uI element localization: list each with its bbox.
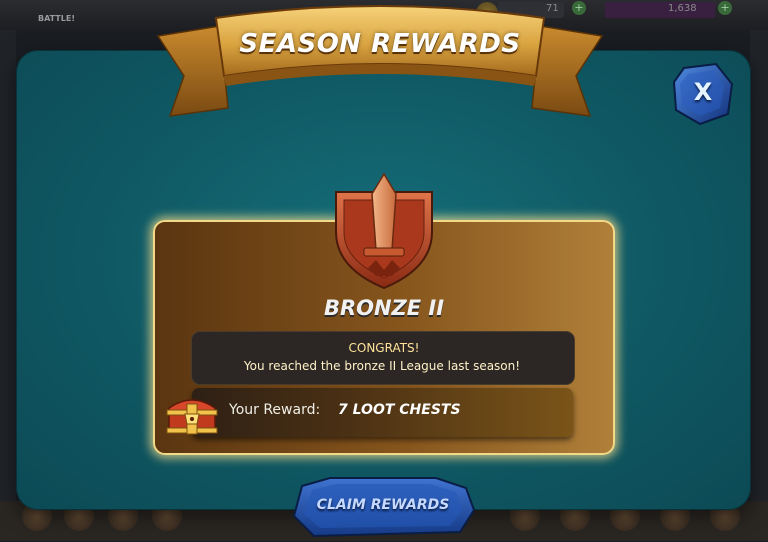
congrats-box (191, 331, 575, 385)
close-button[interactable]: X (670, 62, 736, 128)
modal-title: SEASON REWARDS (239, 29, 521, 59)
reward-label: Your Reward: (229, 402, 321, 418)
background-battle-label: BATTLE! (38, 14, 75, 23)
banner-ribbon-icon (156, 5, 604, 117)
background-currency-2: 1,638 (668, 3, 697, 14)
congrats-title: CONGRATS! (348, 341, 420, 355)
background-plus-icon: + (718, 1, 732, 15)
background-currency-pill (605, 2, 715, 18)
background-left-panel (0, 30, 16, 541)
bronze-league-medal-icon (332, 172, 436, 292)
claim-rewards-button[interactable]: CLAIM REWARDS (290, 476, 476, 538)
loot-chest-icon (163, 390, 221, 436)
reward-value: 7 LOOT CHESTS (338, 402, 461, 418)
league-title: BRONZE II (323, 296, 445, 320)
claim-rewards-label: CLAIM REWARDS (316, 497, 450, 513)
congrats-message: You reached the bronze II League last se… (243, 359, 521, 373)
background-right-panel (750, 30, 768, 541)
season-rewards-banner: SEASON REWARDS (150, 0, 610, 124)
close-label: X (693, 78, 713, 106)
